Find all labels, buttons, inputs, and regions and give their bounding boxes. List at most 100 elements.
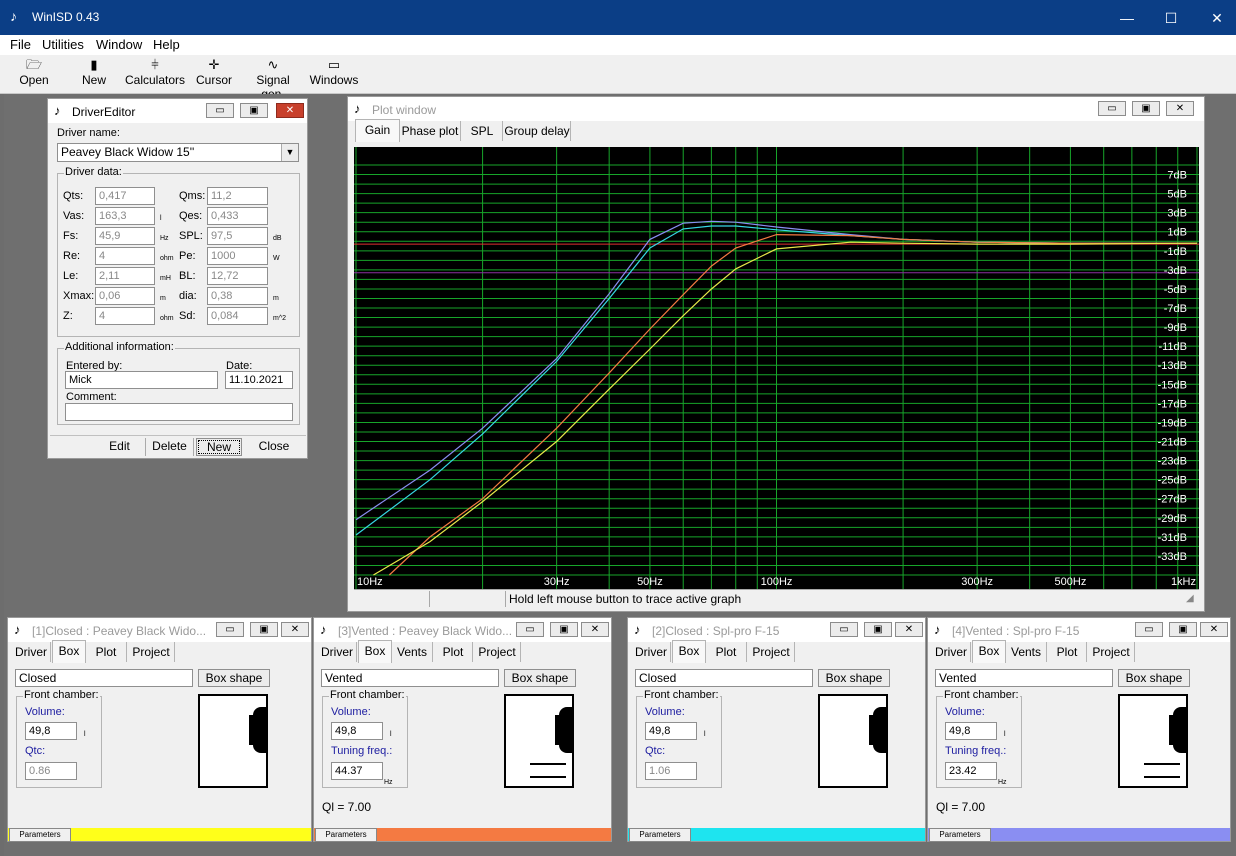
comment-input[interactable] — [65, 403, 293, 421]
project-tab-box[interactable]: Box — [972, 640, 1006, 663]
project-tab-project[interactable]: Project — [474, 642, 521, 662]
entered-by-input[interactable]: Mick — [65, 371, 218, 389]
project-close-button[interactable]: ✕ — [581, 622, 609, 637]
windows-button[interactable]: ▭ Windows — [308, 57, 360, 87]
maximize-button[interactable]: ☐ — [1148, 4, 1194, 32]
project-maximize-button[interactable]: ▣ — [1169, 622, 1197, 637]
new-driver-button[interactable]: New — [196, 438, 242, 456]
resize-grip-icon[interactable]: ◢ — [1186, 593, 1194, 604]
close-button[interactable]: ✕ — [1194, 4, 1236, 32]
project-tab-driver[interactable]: Driver — [12, 642, 51, 662]
date-input[interactable]: 11.10.2021 — [225, 371, 293, 389]
project-tab-driver[interactable]: Driver — [932, 642, 971, 662]
delete-button[interactable]: Delete — [146, 438, 194, 456]
param-input[interactable]: 2,11 — [95, 267, 155, 285]
box-shape-button[interactable]: Box shape — [198, 669, 270, 687]
param-input[interactable]: 97,5 — [207, 227, 268, 245]
project-title-bar[interactable]: ♪ [1]Closed : Peavey Black Wido... ▭ ▣ ✕ — [8, 618, 311, 642]
param-input[interactable]: 0,433 — [207, 207, 268, 225]
menu-utilities[interactable]: Utilities — [42, 37, 84, 52]
driver-editor-title-bar[interactable]: ♪ DriverEditor ▭ ▣ ✕ — [48, 99, 307, 123]
volume-input[interactable]: 49,8 — [331, 722, 383, 740]
parameters-tab[interactable]: Parameters — [629, 828, 691, 842]
driver-editor-close-button[interactable]: ✕ — [276, 103, 304, 118]
param-input[interactable]: 45,9 — [95, 227, 155, 245]
parameters-tab[interactable]: Parameters — [9, 828, 71, 842]
tab-gain[interactable]: Gain — [355, 119, 400, 142]
plot-close-button[interactable]: ✕ — [1166, 101, 1194, 116]
driver-editor-maximize-button[interactable]: ▣ — [240, 103, 268, 118]
project-tab-box[interactable]: Box — [358, 640, 392, 663]
box-type-field[interactable]: Closed — [15, 669, 193, 687]
edit-button[interactable]: Edit — [94, 438, 146, 456]
param-input[interactable]: 0,06 — [95, 287, 155, 305]
project-tab-box[interactable]: Box — [672, 640, 706, 663]
volume-input[interactable]: 49,8 — [945, 722, 997, 740]
box-shape-button[interactable]: Box shape — [1118, 669, 1190, 687]
param-input[interactable]: 0,084 — [207, 307, 268, 325]
project-title-bar[interactable]: ♪ [3]Vented : Peavey Black Wido... ▭ ▣ ✕ — [314, 618, 611, 642]
driver-name-select[interactable]: Peavey Black Widow 15'' ▼ — [57, 143, 299, 162]
param-input[interactable]: 12,72 — [207, 267, 268, 285]
tab-phase-plot[interactable]: Phase plot — [400, 121, 461, 141]
param-input[interactable]: 0,38 — [207, 287, 268, 305]
tab-spl[interactable]: SPL — [462, 121, 503, 141]
plot-window-title-bar[interactable]: ♪ Plot window ▭ ▣ ✕ — [348, 97, 1204, 121]
param-input[interactable]: 163,3 — [95, 207, 155, 225]
project-tab-vents[interactable]: Vents — [1006, 642, 1047, 662]
plot-minimize-button[interactable]: ▭ — [1098, 101, 1126, 116]
menu-help[interactable]: Help — [153, 37, 180, 52]
driver-editor-minimize-button[interactable]: ▭ — [206, 103, 234, 118]
project-close-button[interactable]: ✕ — [1200, 622, 1228, 637]
project-tab-box[interactable]: Box — [52, 640, 86, 663]
parameters-tab[interactable]: Parameters — [929, 828, 991, 842]
param-input[interactable]: 4 — [95, 307, 155, 325]
app-title-bar[interactable]: ♪ WinISD 0.43 — ☐ ✕ — [0, 0, 1236, 35]
box-type-field[interactable]: Closed — [635, 669, 813, 687]
close-editor-button[interactable]: Close — [246, 438, 302, 456]
project-title-bar[interactable]: ♪ [2]Closed : Spl-pro F-15 ▭ ▣ ✕ — [628, 618, 925, 642]
box-type-field[interactable]: Vented — [935, 669, 1113, 687]
menu-window[interactable]: Window — [96, 37, 142, 52]
new-button[interactable]: ▮ New — [74, 57, 114, 87]
open-button[interactable]: 🗁 Open — [14, 57, 54, 87]
project-maximize-button[interactable]: ▣ — [250, 622, 278, 637]
gain-chart[interactable]: 7dB 5dB 3dB 1dB -1dB -3dB -5dB -7dB -9dB -11dB -13… — [354, 147, 1199, 589]
project-tab-project[interactable]: Project — [128, 642, 175, 662]
box-shape-button[interactable]: Box shape — [504, 669, 576, 687]
project-maximize-button[interactable]: ▣ — [550, 622, 578, 637]
param-input[interactable]: 1000 — [207, 247, 268, 265]
tab-group-delay[interactable]: Group delay — [504, 121, 571, 141]
box-shape-button[interactable]: Box shape — [818, 669, 890, 687]
cursor-button[interactable]: ✛ Cursor — [194, 57, 234, 87]
second-param-input[interactable]: 23.42 — [945, 762, 997, 780]
volume-input[interactable]: 49,8 — [645, 722, 697, 740]
project-close-button[interactable]: ✕ — [281, 622, 309, 637]
project-tab-driver[interactable]: Driver — [632, 642, 671, 662]
project-minimize-button[interactable]: ▭ — [216, 622, 244, 637]
parameters-tab[interactable]: Parameters — [315, 828, 377, 842]
box-type-field[interactable]: Vented — [321, 669, 499, 687]
project-title-bar[interactable]: ♪ [4]Vented : Spl-pro F-15 ▭ ▣ ✕ — [928, 618, 1230, 642]
project-minimize-button[interactable]: ▭ — [830, 622, 858, 637]
project-tab-driver[interactable]: Driver — [318, 642, 357, 662]
project-close-button[interactable]: ✕ — [895, 622, 923, 637]
plot-maximize-button[interactable]: ▣ — [1132, 101, 1160, 116]
project-tab-plot[interactable]: Plot — [706, 642, 747, 662]
calculators-button[interactable]: ⫩ Calculators — [124, 57, 186, 87]
param-input[interactable]: 4 — [95, 247, 155, 265]
project-tab-project[interactable]: Project — [1088, 642, 1135, 662]
menu-file[interactable]: File — [10, 37, 31, 52]
param-input[interactable]: 0,417 — [95, 187, 155, 205]
second-param-input[interactable]: 44.37 — [331, 762, 383, 780]
chevron-down-icon[interactable]: ▼ — [281, 144, 298, 161]
project-tab-plot[interactable]: Plot — [1048, 642, 1087, 662]
project-minimize-button[interactable]: ▭ — [516, 622, 544, 637]
second-param-input[interactable]: 0.86 — [25, 762, 77, 780]
project-tab-project[interactable]: Project — [748, 642, 795, 662]
minimize-button[interactable]: — — [1104, 4, 1150, 32]
param-input[interactable]: 11,2 — [207, 187, 268, 205]
second-param-input[interactable]: 1.06 — [645, 762, 697, 780]
project-maximize-button[interactable]: ▣ — [864, 622, 892, 637]
project-tab-plot[interactable]: Plot — [434, 642, 473, 662]
